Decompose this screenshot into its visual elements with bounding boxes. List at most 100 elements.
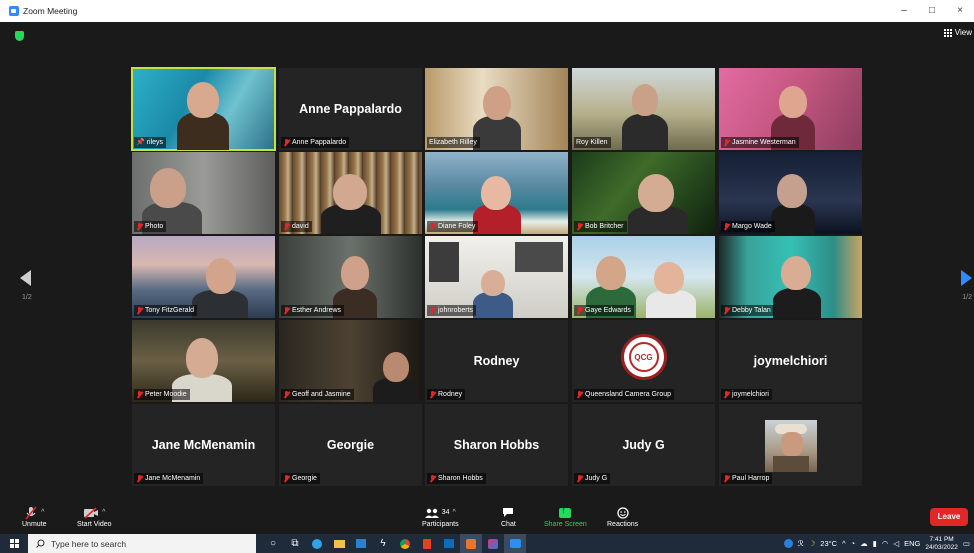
participant-tile-rileys[interactable]: 📌 rileys <box>131 67 276 151</box>
snipping-tool-icon[interactable] <box>460 534 482 553</box>
share-screen-button[interactable]: Share Screen <box>544 504 587 529</box>
participant-name-label: Jasmine Westerman <box>721 137 799 148</box>
participant-name-label: Elizabeth Rilley <box>427 137 480 148</box>
reactions-label: Reactions <box>607 521 639 528</box>
store-icon[interactable] <box>350 534 372 553</box>
participant-tile-jasmine-westerman[interactable]: Jasmine Westerman <box>719 68 862 150</box>
task-view-icon[interactable]: ⧉ <box>284 534 306 553</box>
minimize-button[interactable]: – <box>890 0 918 22</box>
cortana-icon[interactable]: ○ <box>262 534 284 553</box>
help-icon[interactable] <box>783 539 793 548</box>
participant-tile-georgie[interactable]: Georgie Georgie <box>279 404 422 486</box>
mic-muted-icon <box>283 222 290 231</box>
network-icon[interactable]: ◔ <box>851 539 856 548</box>
participant-name-label: Paul Harrop <box>721 473 773 484</box>
participant-tile-elizabeth-rilley[interactable]: Elizabeth Rilley <box>425 68 568 150</box>
edge-browser-icon[interactable] <box>306 534 328 553</box>
participant-name-label: Queensland Camera Group <box>574 389 674 400</box>
mic-muted-icon <box>723 474 730 483</box>
mic-muted-icon <box>136 474 143 483</box>
participant-tile-paul-harrop[interactable]: Paul Harrop <box>719 404 862 486</box>
leave-button[interactable]: Leave <box>930 508 968 526</box>
participant-tile-diane-foley[interactable]: Diane Foley <box>425 152 568 234</box>
participant-tile-anne-pappalardo[interactable]: Anne Pappalardo Anne Pappalardo <box>279 68 422 150</box>
share-screen-icon <box>559 505 572 518</box>
outlook-icon[interactable] <box>438 534 460 553</box>
close-button[interactable]: × <box>946 0 974 22</box>
mic-muted-icon <box>576 222 583 231</box>
participant-tile-bob-britcher[interactable]: Bob Britcher <box>572 152 715 234</box>
chevron-up-icon[interactable]: ^ <box>41 509 44 516</box>
share-screen-label: Share Screen <box>544 521 587 528</box>
chevron-up-icon[interactable]: ^ <box>102 509 105 516</box>
start-button[interactable] <box>0 534 28 553</box>
zoom-taskbar-icon[interactable] <box>504 534 526 553</box>
participant-tile-queensland-camera-group[interactable]: QCG Queensland Camera Group <box>572 320 715 402</box>
participant-tile-sharon-hobbs[interactable]: Sharon Hobbs Sharon Hobbs <box>425 404 568 486</box>
participant-name-label: Roy Killen <box>574 137 611 148</box>
unmute-label: Unmute <box>22 521 47 528</box>
mic-muted-icon <box>136 306 143 315</box>
clock-time: 7:41 PM <box>929 535 954 543</box>
office-icon[interactable] <box>416 534 438 553</box>
participant-tile-peter-moodie[interactable]: Peter Moodie <box>132 320 275 402</box>
participant-name-label: Anne Pappalardo <box>281 137 350 148</box>
participant-tile-judy-g[interactable]: Judy G Judy G <box>572 404 715 486</box>
participant-tile-joymelchiori[interactable]: joymelchiori joymelchiori <box>719 320 862 402</box>
lightning-app-icon[interactable]: ϟ <box>372 534 394 553</box>
participant-tile-johnroberts[interactable]: johnroberts <box>425 236 568 318</box>
participant-tile-photo[interactable]: Photo <box>132 152 275 234</box>
participant-tile-rodney[interactable]: Rodney Rodney <box>425 320 568 402</box>
title-bar: Zoom Meeting – □ × <box>0 0 974 22</box>
participant-tile-tony-fitzgerald[interactable]: Tony FitzGerald <box>132 236 275 318</box>
chat-button[interactable]: Chat <box>501 504 516 528</box>
participants-icon <box>424 508 439 518</box>
chrome-icon[interactable] <box>394 534 416 553</box>
notifications-icon[interactable]: ▭ <box>963 539 970 548</box>
participant-tile-gaye-edwards[interactable]: Gaye Edwards <box>572 236 715 318</box>
page-indicator-left: 1/2 <box>22 294 32 301</box>
chevron-left-icon <box>20 270 31 286</box>
participant-tile-margo-wade[interactable]: Margo Wade <box>719 152 862 234</box>
people-icon[interactable]: ℛ <box>798 539 804 548</box>
language-indicator[interactable]: ENG <box>904 539 920 548</box>
participants-button[interactable]: 34 ^ Participants <box>422 504 459 528</box>
previous-page-button[interactable] <box>20 270 32 286</box>
mic-muted-icon <box>25 505 37 520</box>
mic-muted-icon <box>429 390 436 399</box>
participant-name-label: Judy G <box>574 473 611 484</box>
maximize-button[interactable]: □ <box>918 0 946 22</box>
participant-tile-david[interactable]: david <box>279 152 422 234</box>
participant-tile-roy-killen[interactable]: Roy Killen <box>572 68 715 150</box>
next-page-button[interactable] <box>960 270 972 286</box>
participant-name-label: Tony FitzGerald <box>134 305 198 316</box>
onedrive-icon[interactable]: ☁ <box>860 539 868 548</box>
gallery-view: View 1/2 1/2 📌 rileys Anne Pappalardo Ann… <box>0 22 974 502</box>
security-shield-icon[interactable] <box>15 31 24 41</box>
taskbar-search[interactable]: Type here to search <box>28 534 256 553</box>
grid-icon <box>943 28 952 37</box>
page-indicator-right: 1/2 <box>962 294 972 301</box>
windows-logo-icon <box>9 539 19 548</box>
clock[interactable]: 7:41 PM 24/03/2022 <box>925 536 958 552</box>
volume-icon[interactable]: ◁ <box>893 539 899 548</box>
chevron-up-icon[interactable]: ^ <box>453 509 456 516</box>
zoom-app: Zoom Meeting – □ × View 1/2 1/2 📌 rileys … <box>0 0 974 553</box>
participant-tile-jane-mcmenamin[interactable]: Jane McMenamin Jane McMenamin <box>132 404 275 486</box>
chevron-up-icon[interactable]: ^ <box>842 539 846 548</box>
wifi-icon[interactable]: ◠ <box>882 539 889 548</box>
unmute-button[interactable]: ^ Unmute <box>22 504 47 528</box>
participant-tile-geoff-and-jasmine[interactable]: Geoff and Jasmine <box>279 320 422 402</box>
reactions-button[interactable]: Reactions <box>607 504 638 528</box>
view-button[interactable]: View <box>943 28 972 37</box>
participant-tile-esther-andrews[interactable]: Esther Andrews <box>279 236 422 318</box>
mic-muted-icon <box>283 390 290 399</box>
start-video-button[interactable]: ^ Start Video <box>77 504 112 528</box>
photos-icon[interactable] <box>482 534 504 553</box>
file-explorer-icon[interactable] <box>328 534 350 553</box>
participant-tile-debby-talan[interactable]: Debby Talan <box>719 236 862 318</box>
mic-muted-icon <box>576 390 583 399</box>
temperature[interactable]: 23°C <box>820 539 837 548</box>
battery-icon[interactable]: ▮ <box>873 539 877 548</box>
chat-icon <box>503 508 514 517</box>
